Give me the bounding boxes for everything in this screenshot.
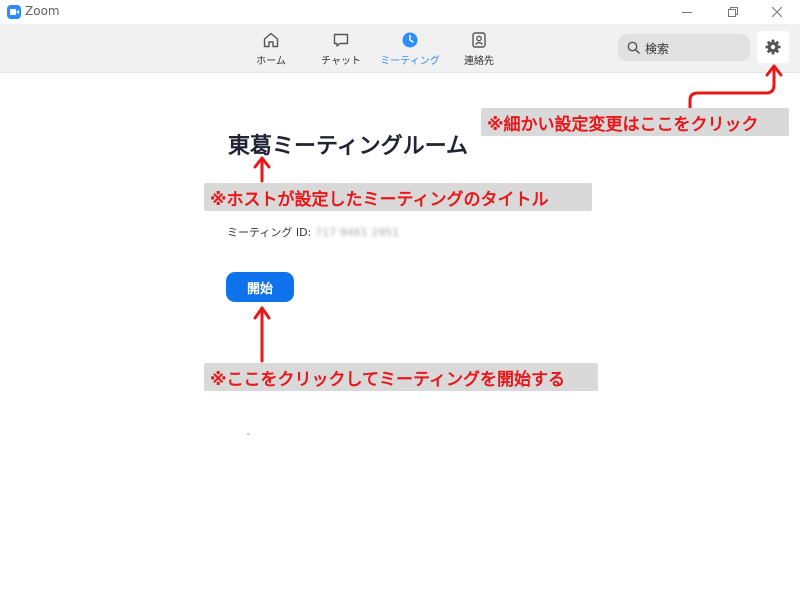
zoom-window: Zoom ホーム チャット ミーティング 連絡先 検索 東葛ミーティングルーム … (0, 0, 800, 614)
title-annotation: ※ホストが設定したミーティングのタイトル (204, 183, 592, 211)
start-annotation: ※ここをクリックしてミーティングを開始する (204, 363, 598, 391)
settings-annotation: ※細かい設定変更はここをクリック (481, 108, 789, 136)
annotation-arrows (253, 64, 783, 363)
settings-arrow (688, 67, 776, 110)
